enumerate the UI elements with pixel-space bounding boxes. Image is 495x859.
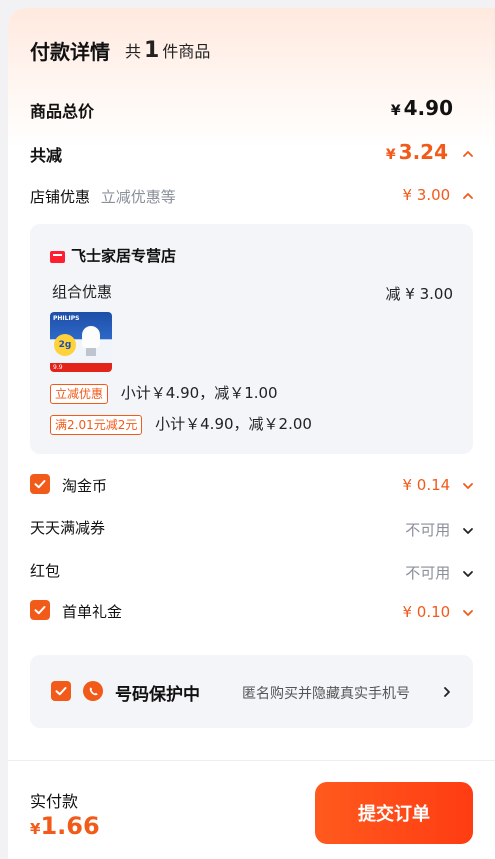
product-thumbnail[interactable]: PHILIPS 2g 9.9 <box>50 312 112 372</box>
daily-coupon-label: 天天满减券 <box>30 519 106 537</box>
footer-divider <box>8 760 495 761</box>
number-protection-description: 匿名购买并隐藏真实手机号 <box>242 686 410 702</box>
chevron-down-icon <box>461 567 475 581</box>
check-icon <box>55 687 67 696</box>
total-value: ¥4.90 <box>390 96 453 120</box>
pay-value: 1.66 <box>40 812 100 840</box>
product-badge: 2g <box>54 334 76 356</box>
promo-tag: 立减优惠 <box>50 384 109 404</box>
bulb-base <box>86 348 96 356</box>
first-order-gift-checkbox[interactable] <box>30 600 50 620</box>
item-count: 共 1 件商品 <box>125 38 211 63</box>
chevron-up-icon <box>461 189 475 203</box>
discount-toggle[interactable]: ¥3.24 <box>386 140 475 164</box>
store-name[interactable]: 飞士家居专营店 <box>50 245 176 266</box>
product-promo-strip: 9.9 <box>50 363 112 372</box>
store-discount-value: ¥ 3.00 <box>402 186 451 204</box>
discount-value: 3.24 <box>398 140 449 164</box>
product-brand: PHILIPS <box>53 315 80 322</box>
combo-discount-label: 组合优惠 <box>52 283 113 301</box>
chevron-up-icon <box>461 147 475 161</box>
pay-label: 实付款 <box>30 792 79 811</box>
payment-details-sheet: 付款详情 共 1 件商品 商品总价 ¥4.90 共减 ¥3.24 店铺优惠 立减优惠… <box>8 8 495 859</box>
taojinbi-label: 淘金币 <box>62 477 108 495</box>
promo-text: 小计￥4.90，减￥1.00 <box>120 384 278 402</box>
check-icon <box>34 606 46 615</box>
store-discount-label: 店铺优惠 立减优惠等 <box>30 188 176 206</box>
phone-shield-icon <box>83 681 103 701</box>
red-packet-selector[interactable]: 不可用 <box>405 562 475 583</box>
number-protection-checkbox[interactable] <box>51 681 71 701</box>
bulb-icon <box>82 326 100 348</box>
first-order-gift-selector[interactable]: ¥ 0.10 <box>403 603 476 621</box>
chevron-right-icon <box>440 684 454 703</box>
first-order-gift-value: ¥ 0.10 <box>402 603 451 621</box>
promo-row: 立减优惠 小计￥4.90，减￥1.00 <box>50 382 278 404</box>
chevron-down-icon <box>461 479 475 493</box>
submit-order-button[interactable]: 提交订单 <box>315 782 473 844</box>
daily-coupon-selector[interactable]: 不可用 <box>405 519 475 540</box>
red-packet-status: 不可用 <box>405 564 451 582</box>
promo-row: 满2.01元减2元 小计￥4.90，减￥2.00 <box>50 413 312 435</box>
promo-text: 小计￥4.90，减￥2.00 <box>155 415 312 433</box>
total-label: 商品总价 <box>30 102 95 121</box>
pay-amount: ¥1.66 <box>30 812 100 840</box>
taojinbi-selector[interactable]: ¥ 0.14 <box>403 476 476 494</box>
discount-label: 共减 <box>30 146 63 165</box>
red-packet-label: 红包 <box>30 562 61 580</box>
combo-discount-value: 减 ¥ 3.00 <box>385 285 453 303</box>
daily-coupon-status: 不可用 <box>405 521 451 539</box>
number-protection-title: 号码保护中 <box>115 685 200 705</box>
promo-tag: 满2.01元减2元 <box>50 415 143 435</box>
chevron-down-icon <box>461 524 475 538</box>
page-title: 付款详情 <box>30 40 110 64</box>
taojinbi-value: ¥ 0.14 <box>402 476 451 494</box>
chevron-down-icon <box>461 606 475 620</box>
first-order-gift-label: 首单礼金 <box>62 603 123 621</box>
store-discount-toggle[interactable]: ¥ 3.00 <box>403 186 476 204</box>
taojinbi-checkbox[interactable] <box>30 474 50 494</box>
tmall-icon <box>50 250 65 263</box>
item-count-number: 1 <box>144 38 160 63</box>
check-icon <box>34 480 46 489</box>
